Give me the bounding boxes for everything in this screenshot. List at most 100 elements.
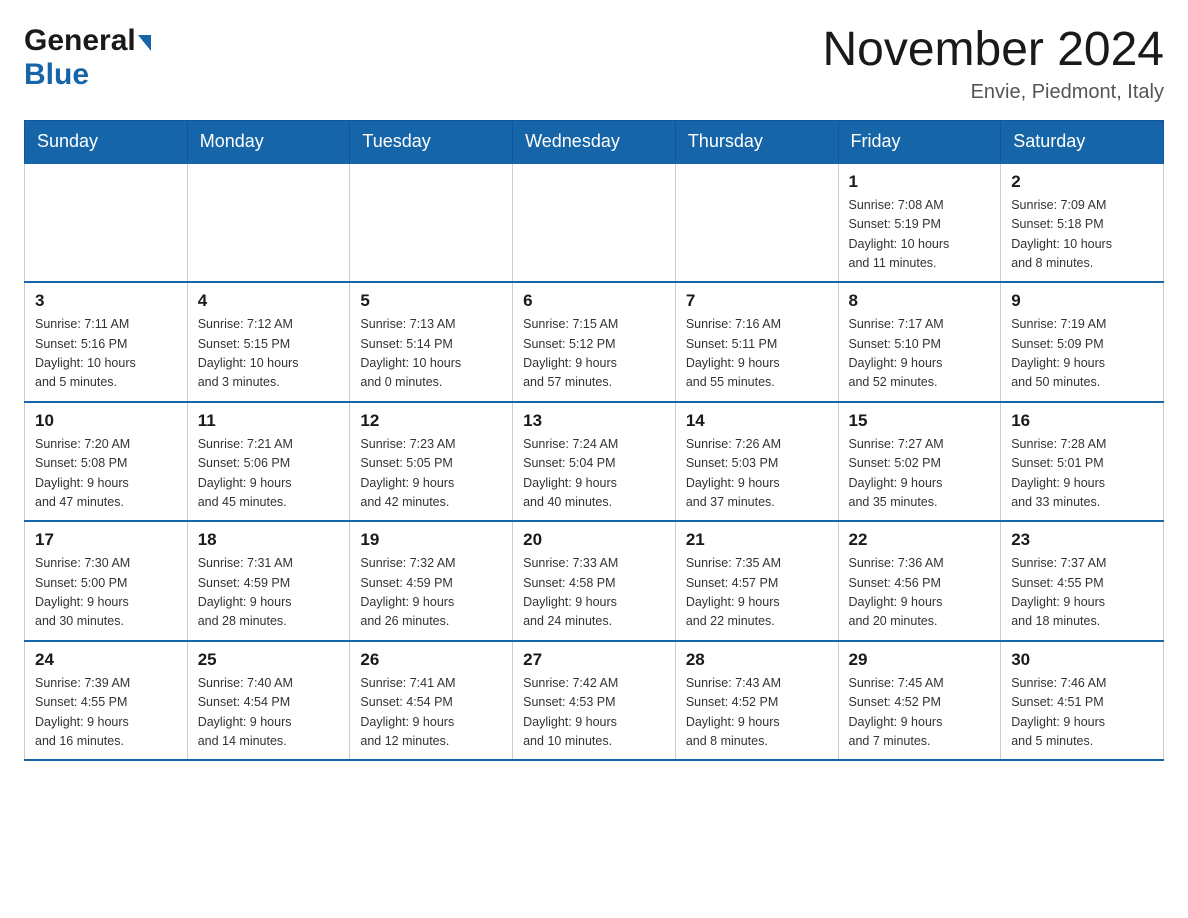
day-number: 30 — [1011, 650, 1153, 670]
day-number: 28 — [686, 650, 828, 670]
location-text: Envie, Piedmont, Italy — [822, 81, 1164, 104]
day-number: 7 — [686, 291, 828, 311]
day-info: Sunrise: 7:17 AMSunset: 5:10 PMDaylight:… — [849, 315, 991, 393]
day-number: 12 — [360, 411, 502, 431]
day-info: Sunrise: 7:30 AMSunset: 5:00 PMDaylight:… — [35, 554, 177, 632]
logo-general-text: General — [24, 24, 136, 58]
calendar-cell: 3 Sunrise: 7:11 AMSunset: 5:16 PMDaylight… — [25, 282, 188, 402]
calendar-week-row: 10Sunrise: 7:20 AMSunset: 5:08 PMDayligh… — [25, 402, 1164, 522]
calendar-cell: 25 Sunrise: 7:40 AMSunset: 4:54 PMDayligh… — [187, 641, 350, 761]
calendar-cell: 20 Sunrise: 7:33 AMSunset: 4:58 PMDayligh… — [513, 521, 676, 641]
day-number: 19 — [360, 530, 502, 550]
calendar-cell: 14 Sunrise: 7:26 AMSunset: 5:03 PMDayligh… — [675, 402, 838, 522]
day-info: Sunrise: 7:41 AMSunset: 4:54 PMDaylight:… — [360, 674, 502, 752]
calendar-week-row: 3 Sunrise: 7:11 AMSunset: 5:16 PMDaylight… — [25, 282, 1164, 402]
calendar-header-row: SundayMondayTuesdayWednesdayThursdayFrid… — [25, 120, 1164, 163]
calendar-table: SundayMondayTuesdayWednesdayThursdayFrid… — [24, 120, 1164, 762]
calendar-cell: 12 Sunrise: 7:23 AMSunset: 5:05 PMDayligh… — [350, 402, 513, 522]
day-of-week-header: Saturday — [1001, 120, 1164, 163]
day-info: Sunrise: 7:24 AMSunset: 5:04 PMDaylight:… — [523, 435, 665, 513]
calendar-cell: 16 Sunrise: 7:28 AMSunset: 5:01 PMDayligh… — [1001, 402, 1164, 522]
day-info: Sunrise: 7:19 AMSunset: 5:09 PMDaylight:… — [1011, 315, 1153, 393]
calendar-cell: 23Sunrise: 7:37 AMSunset: 4:55 PMDayligh… — [1001, 521, 1164, 641]
calendar-cell: 10Sunrise: 7:20 AMSunset: 5:08 PMDayligh… — [25, 402, 188, 522]
calendar-week-row: 24 Sunrise: 7:39 AMSunset: 4:55 PMDayligh… — [25, 641, 1164, 761]
day-number: 14 — [686, 411, 828, 431]
day-info: Sunrise: 7:26 AMSunset: 5:03 PMDaylight:… — [686, 435, 828, 513]
calendar-cell: 22 Sunrise: 7:36 AMSunset: 4:56 PMDayligh… — [838, 521, 1001, 641]
day-info: Sunrise: 7:45 AMSunset: 4:52 PMDaylight:… — [849, 674, 991, 752]
calendar-cell: 11Sunrise: 7:21 AMSunset: 5:06 PMDayligh… — [187, 402, 350, 522]
title-block: November 2024 Envie, Piedmont, Italy — [822, 24, 1164, 104]
calendar-cell — [513, 163, 676, 283]
day-number: 2 — [1011, 172, 1153, 192]
day-info: Sunrise: 7:11 AMSunset: 5:16 PMDaylight:… — [35, 315, 177, 393]
day-number: 20 — [523, 530, 665, 550]
day-info: Sunrise: 7:37 AMSunset: 4:55 PMDaylight:… — [1011, 554, 1153, 632]
calendar-cell: 28 Sunrise: 7:43 AMSunset: 4:52 PMDayligh… — [675, 641, 838, 761]
day-of-week-header: Sunday — [25, 120, 188, 163]
day-of-week-header: Friday — [838, 120, 1001, 163]
calendar-cell: 9 Sunrise: 7:19 AMSunset: 5:09 PMDaylight… — [1001, 282, 1164, 402]
day-info: Sunrise: 7:31 AMSunset: 4:59 PMDaylight:… — [198, 554, 340, 632]
logo-blue-text: Blue — [24, 58, 89, 92]
day-number: 21 — [686, 530, 828, 550]
calendar-cell: 24 Sunrise: 7:39 AMSunset: 4:55 PMDayligh… — [25, 641, 188, 761]
day-number: 8 — [849, 291, 991, 311]
logo: General Blue — [24, 24, 151, 92]
day-number: 15 — [849, 411, 991, 431]
day-number: 16 — [1011, 411, 1153, 431]
calendar-cell: 5Sunrise: 7:13 AMSunset: 5:14 PMDaylight… — [350, 282, 513, 402]
calendar-cell — [675, 163, 838, 283]
day-info: Sunrise: 7:32 AMSunset: 4:59 PMDaylight:… — [360, 554, 502, 632]
calendar-cell: 1Sunrise: 7:08 AMSunset: 5:19 PMDaylight… — [838, 163, 1001, 283]
day-info: Sunrise: 7:21 AMSunset: 5:06 PMDaylight:… — [198, 435, 340, 513]
calendar-cell: 18 Sunrise: 7:31 AMSunset: 4:59 PMDayligh… — [187, 521, 350, 641]
day-info: Sunrise: 7:39 AMSunset: 4:55 PMDaylight:… — [35, 674, 177, 752]
day-number: 17 — [35, 530, 177, 550]
day-info: Sunrise: 7:42 AMSunset: 4:53 PMDaylight:… — [523, 674, 665, 752]
day-number: 27 — [523, 650, 665, 670]
day-info: Sunrise: 7:13 AMSunset: 5:14 PMDaylight:… — [360, 315, 502, 393]
day-of-week-header: Thursday — [675, 120, 838, 163]
calendar-cell: 21Sunrise: 7:35 AMSunset: 4:57 PMDayligh… — [675, 521, 838, 641]
day-info: Sunrise: 7:16 AMSunset: 5:11 PMDaylight:… — [686, 315, 828, 393]
calendar-cell: 13 Sunrise: 7:24 AMSunset: 5:04 PMDayligh… — [513, 402, 676, 522]
day-number: 9 — [1011, 291, 1153, 311]
calendar-cell — [350, 163, 513, 283]
day-number: 25 — [198, 650, 340, 670]
calendar-cell: 26 Sunrise: 7:41 AMSunset: 4:54 PMDayligh… — [350, 641, 513, 761]
calendar-cell: 6Sunrise: 7:15 AMSunset: 5:12 PMDaylight… — [513, 282, 676, 402]
day-number: 1 — [849, 172, 991, 192]
calendar-cell: 19 Sunrise: 7:32 AMSunset: 4:59 PMDayligh… — [350, 521, 513, 641]
day-info: Sunrise: 7:36 AMSunset: 4:56 PMDaylight:… — [849, 554, 991, 632]
day-info: Sunrise: 7:46 AMSunset: 4:51 PMDaylight:… — [1011, 674, 1153, 752]
day-info: Sunrise: 7:33 AMSunset: 4:58 PMDaylight:… — [523, 554, 665, 632]
day-info: Sunrise: 7:23 AMSunset: 5:05 PMDaylight:… — [360, 435, 502, 513]
day-number: 26 — [360, 650, 502, 670]
calendar-cell — [187, 163, 350, 283]
day-info: Sunrise: 7:43 AMSunset: 4:52 PMDaylight:… — [686, 674, 828, 752]
day-number: 24 — [35, 650, 177, 670]
day-number: 4 — [198, 291, 340, 311]
day-info: Sunrise: 7:09 AMSunset: 5:18 PMDaylight:… — [1011, 196, 1153, 274]
calendar-cell: 8 Sunrise: 7:17 AMSunset: 5:10 PMDaylight… — [838, 282, 1001, 402]
calendar-cell: 2 Sunrise: 7:09 AMSunset: 5:18 PMDaylight… — [1001, 163, 1164, 283]
calendar-cell — [25, 163, 188, 283]
day-info: Sunrise: 7:28 AMSunset: 5:01 PMDaylight:… — [1011, 435, 1153, 513]
day-number: 6 — [523, 291, 665, 311]
day-number: 18 — [198, 530, 340, 550]
day-info: Sunrise: 7:27 AMSunset: 5:02 PMDaylight:… — [849, 435, 991, 513]
month-title: November 2024 — [822, 24, 1164, 77]
calendar-cell: 30 Sunrise: 7:46 AMSunset: 4:51 PMDayligh… — [1001, 641, 1164, 761]
day-number: 29 — [849, 650, 991, 670]
day-number: 3 — [35, 291, 177, 311]
day-number: 22 — [849, 530, 991, 550]
logo-triangle-icon — [138, 35, 151, 51]
calendar-week-row: 1Sunrise: 7:08 AMSunset: 5:19 PMDaylight… — [25, 163, 1164, 283]
day-of-week-header: Tuesday — [350, 120, 513, 163]
calendar-cell: 27 Sunrise: 7:42 AMSunset: 4:53 PMDayligh… — [513, 641, 676, 761]
day-number: 13 — [523, 411, 665, 431]
calendar-cell: 4Sunrise: 7:12 AMSunset: 5:15 PMDaylight… — [187, 282, 350, 402]
day-info: Sunrise: 7:40 AMSunset: 4:54 PMDaylight:… — [198, 674, 340, 752]
